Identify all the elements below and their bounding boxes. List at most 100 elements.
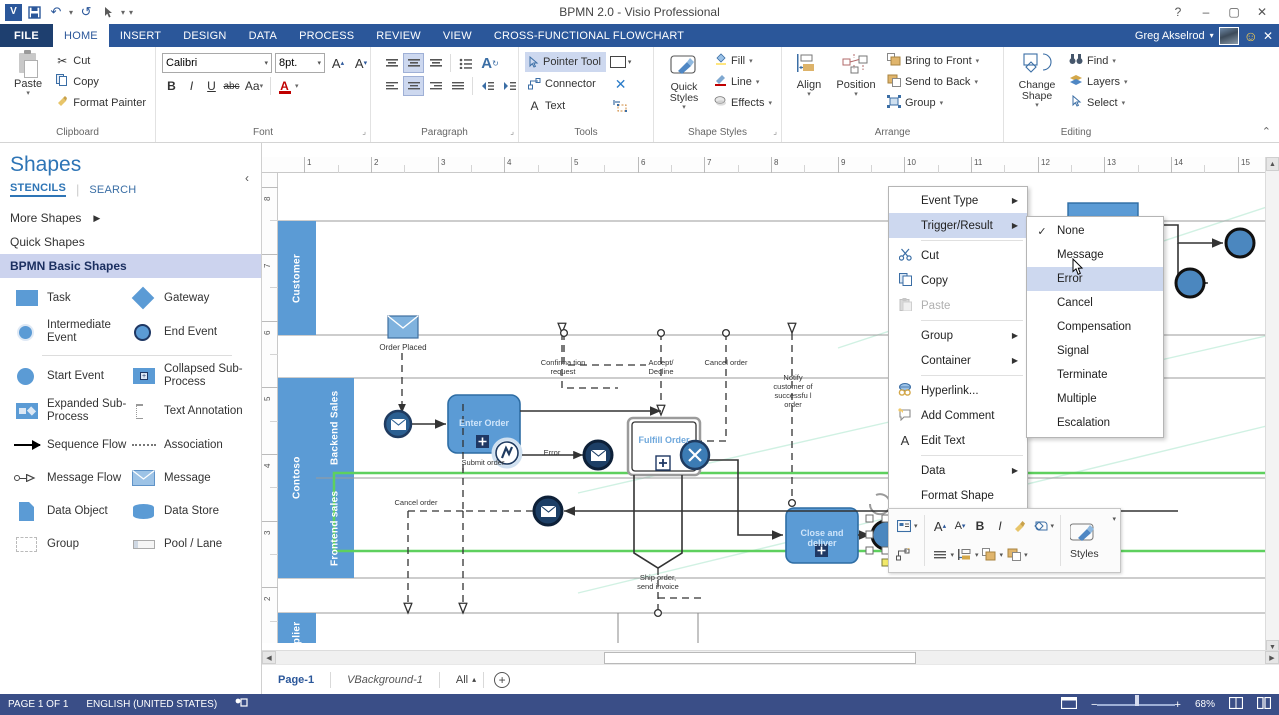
page-tab-vbackground-1[interactable]: VBackground-1 <box>331 674 439 686</box>
account-name[interactable]: Greg Akselrod <box>1135 30 1205 42</box>
grow-font-button[interactable]: A▴ <box>328 53 348 73</box>
all-pages-menu[interactable]: All ▴ <box>440 674 483 686</box>
align-left-button[interactable] <box>381 76 402 96</box>
undo-dropdown-icon[interactable]: ▾ <box>68 8 74 17</box>
undo-icon[interactable]: ↶ <box>46 3 66 22</box>
shape-fill-button[interactable] <box>1031 514 1050 538</box>
submenu-item-cancel[interactable]: Cancel <box>1027 291 1163 315</box>
shrink-font-button[interactable]: A▾ <box>351 53 371 73</box>
shape-data-object[interactable]: Data Object <box>14 499 131 523</box>
submenu-item-terminate[interactable]: Terminate <box>1027 363 1163 387</box>
add-page-icon[interactable]: + <box>494 672 510 688</box>
horizontal-scrollbar[interactable]: ◀ ▶ <box>262 650 1279 664</box>
collapse-panel-icon[interactable]: ‹ <box>245 171 249 185</box>
chevron-down-icon[interactable]: ▾ <box>1051 522 1055 530</box>
bring-to-front-button[interactable] <box>980 543 999 567</box>
connector-tool-button[interactable]: Connector <box>525 74 606 94</box>
delete-connector-button[interactable]: ✕ <box>610 74 632 94</box>
feedback-smiley-icon[interactable]: ☺ <box>1244 28 1258 44</box>
shape-association[interactable]: Association <box>131 433 248 457</box>
horizontal-scroll-thumb[interactable] <box>604 652 916 664</box>
submenu-item-error[interactable]: Error <box>1027 267 1163 291</box>
collapse-ribbon-icon[interactable]: ⌃ <box>1262 125 1271 138</box>
italic-button[interactable]: I <box>182 76 201 96</box>
paragraph-dialog-launcher[interactable]: ⌟ <box>510 127 514 136</box>
copy-button[interactable]: Copy <box>52 72 149 91</box>
avatar[interactable] <box>1219 27 1239 45</box>
submenu-item-none[interactable]: ✓ None <box>1027 219 1163 243</box>
chevron-down-icon[interactable]: ▾ <box>26 90 30 98</box>
tab-data[interactable]: DATA <box>238 24 289 47</box>
tab-view[interactable]: VIEW <box>432 24 483 47</box>
maximize-icon[interactable]: ▢ <box>1227 5 1241 19</box>
context-menu-item-hyperlink[interactable]: Hyperlink... <box>889 378 1027 403</box>
fit-window-icon[interactable] <box>1257 697 1271 712</box>
shape-message-flow[interactable]: Message Flow <box>14 466 131 490</box>
fit-page-icon[interactable] <box>1229 697 1243 712</box>
context-menu-item-data[interactable]: Data ▶ <box>889 458 1027 483</box>
chevron-down-icon[interactable]: ▾ <box>854 91 858 99</box>
context-menu-item-container[interactable]: Container ▶ <box>889 348 1027 373</box>
stencil-bpmn-basic-shapes[interactable]: BPMN Basic Shapes <box>0 254 261 278</box>
shape-intermediate-event[interactable]: Intermediate Event <box>14 319 131 345</box>
tab-home[interactable]: HOME <box>53 24 109 47</box>
select-button[interactable]: Select ▾ <box>1066 93 1131 112</box>
cut-button[interactable]: ✂ Cut <box>52 51 149 70</box>
position-button[interactable]: Position ▾ <box>830 51 882 99</box>
bold-button[interactable]: B <box>162 76 181 96</box>
chevron-down-icon[interactable]: ▾ <box>260 59 268 67</box>
shape-picker-button[interactable]: ▾ <box>610 52 632 72</box>
shape-collapsed-subprocess[interactable]: + Collapsed Sub-Process <box>131 363 248 389</box>
align-text-button[interactable] <box>931 543 950 567</box>
underline-button[interactable]: U <box>202 76 221 96</box>
increase-indent-button[interactable] <box>499 76 520 96</box>
accessibility-icon[interactable] <box>235 698 248 712</box>
reposition-shapes-button[interactable] <box>610 96 632 116</box>
shape-pool-lane[interactable]: Pool / Lane <box>131 532 248 556</box>
chevron-down-icon[interactable]: ▾ <box>1112 515 1116 523</box>
chevron-down-icon[interactable]: ▾ <box>914 522 918 530</box>
font-size-select[interactable]: 8pt. ▾ <box>275 53 325 73</box>
account-dropdown-icon[interactable]: ▾ <box>1210 31 1214 40</box>
pointer-tool-button[interactable]: Pointer Tool <box>525 52 606 72</box>
layers-button[interactable]: Layers ▾ <box>1066 72 1131 91</box>
chevron-down-icon[interactable]: ▾ <box>1024 551 1028 559</box>
quick-shapes-row[interactable]: Quick Shapes <box>0 230 261 254</box>
shape-group[interactable]: Group <box>14 532 131 556</box>
vertical-scrollbar[interactable]: ▲ ▼ <box>1265 157 1279 654</box>
submenu-item-compensation[interactable]: Compensation <box>1027 315 1163 339</box>
customize-qat-icon[interactable]: ▾ <box>128 8 134 17</box>
align-button[interactable]: Align ▾ <box>788 51 830 99</box>
context-menu-item-add-comment[interactable]: Add Comment <box>889 403 1027 428</box>
font-color-button[interactable]: A <box>275 76 294 96</box>
find-button[interactable]: Find ▾ <box>1066 51 1131 70</box>
scroll-right-icon[interactable]: ▶ <box>1265 651 1279 664</box>
scroll-up-icon[interactable]: ▲ <box>1266 157 1279 171</box>
align-top-button[interactable] <box>381 53 402 73</box>
tab-search[interactable]: SEARCH <box>89 184 136 196</box>
shape-message[interactable]: Message <box>131 466 248 490</box>
align-bottom-button[interactable] <box>425 53 446 73</box>
align-center-button[interactable] <box>403 76 424 96</box>
format-painter-button[interactable]: Format Painter <box>52 93 149 112</box>
shape-data-store[interactable]: Data Store <box>131 499 248 523</box>
paste-button[interactable]: Paste ▾ <box>6 51 50 98</box>
change-shape-button[interactable]: Change Shape ▾ <box>1010 51 1064 110</box>
grow-font-button[interactable]: A▴ <box>931 514 950 538</box>
submenu-item-message[interactable]: Message <box>1027 243 1163 267</box>
context-menu-item-edit-text[interactable]: A Edit Text <box>889 428 1027 453</box>
send-to-back-button[interactable]: Send to Back ▾ <box>884 72 982 91</box>
redo-icon[interactable]: ↺ <box>76 3 96 22</box>
shape-styles-dialog-launcher[interactable]: ⌟ <box>773 127 777 136</box>
text-tool-button[interactable]: A Text <box>525 96 606 116</box>
chevron-down-icon[interactable]: ▾ <box>807 91 811 99</box>
styles-button[interactable]: Styles <box>1064 512 1105 569</box>
close-icon[interactable]: ✕ <box>1263 29 1273 43</box>
shape-end-event[interactable]: End Event <box>131 319 248 345</box>
page-tab-page-1[interactable]: Page-1 <box>262 674 330 686</box>
context-menu-item-cut[interactable]: Cut <box>889 243 1027 268</box>
submenu-item-signal[interactable]: Signal <box>1027 339 1163 363</box>
zoom-in-icon[interactable]: + <box>1175 699 1181 711</box>
save-icon[interactable] <box>24 3 44 22</box>
tab-cross-functional-flowchart[interactable]: CROSS-FUNCTIONAL FLOWCHART <box>483 24 695 47</box>
